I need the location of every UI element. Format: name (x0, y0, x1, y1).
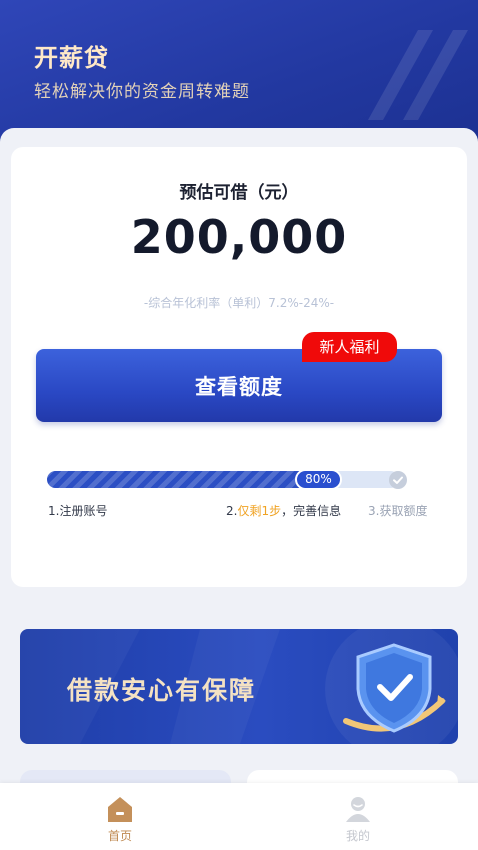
step2-highlight: 仅剩1步 (237, 504, 282, 518)
step2-suffix: ，完善信息 (281, 504, 342, 518)
rate-note: -综合年化利率（单利）7.2%-24%- (143, 296, 335, 310)
assurance-banner[interactable]: 借款安心有保障 (20, 629, 458, 744)
bottom-tab-bar: 首页 我的 (0, 783, 478, 850)
check-icon (389, 471, 407, 489)
app-subtitle: 轻松解决你的资金周转难题 (34, 82, 250, 102)
home-icon (108, 797, 132, 822)
step-complete-info: 2.仅剩1步，完善信息 (226, 502, 341, 519)
app-screen: 开薪贷 轻松解决你的资金周转难题 预估可借（元） 200,000 -综合年化利率… (0, 0, 478, 850)
tab-home[interactable]: 首页 (60, 783, 180, 850)
shield-icon (343, 643, 446, 733)
step2-prefix: 2. (226, 504, 238, 518)
decorative-watermark (368, 30, 468, 120)
progress-track (47, 471, 399, 488)
progress-percent: 80% (295, 469, 342, 490)
banner-text: 借款安心有保障 (67, 676, 257, 705)
app-title: 开薪贷 (34, 44, 109, 72)
progress-fill (47, 471, 317, 488)
step-get-limit: 3.获取额度 (368, 504, 428, 518)
tab-mine[interactable]: 我的 (298, 783, 418, 850)
new-user-badge: 新人福利 (302, 332, 397, 362)
tab-home-label: 首页 (107, 829, 132, 843)
estimate-label: 预估可借（元） (179, 183, 299, 203)
user-icon (346, 797, 370, 822)
step-register: 1.注册账号 (48, 504, 108, 518)
tab-mine-label: 我的 (345, 829, 370, 843)
loan-amount: 200,000 (130, 210, 348, 264)
